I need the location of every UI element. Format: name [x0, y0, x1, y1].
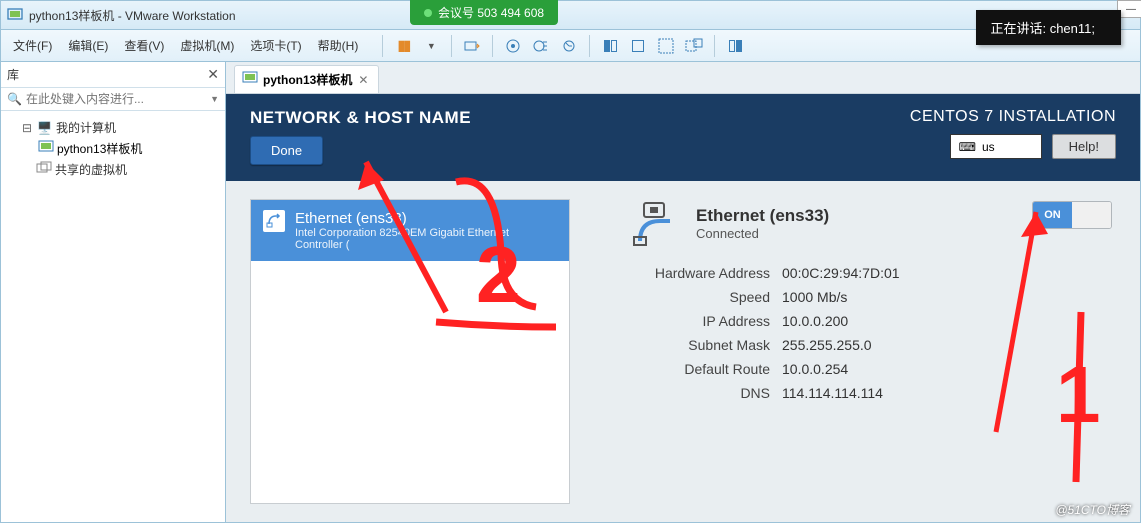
search-dropdown-icon[interactable]: ▼	[210, 94, 219, 104]
network-detail-rows: Hardware Address00:0C:29:94:7D:01 Speed1…	[630, 261, 1086, 405]
keyboard-icon: ⌨	[959, 140, 976, 154]
network-detail-panel: ON Ethernet (ens33) Connected Hardware A…	[570, 199, 1116, 504]
toolbar-separator	[382, 35, 383, 57]
shared-icon	[37, 162, 51, 177]
help-button[interactable]: Help!	[1052, 134, 1116, 159]
toggle-on-label: ON	[1033, 202, 1072, 228]
view-mode-3[interactable]	[654, 34, 678, 58]
done-button[interactable]: Done	[250, 136, 323, 165]
watermark: @51CTO博客	[1055, 501, 1130, 518]
send-keys-button[interactable]	[460, 34, 484, 58]
vm-icon	[39, 141, 53, 156]
menubar: 文件(F) 编辑(E) 查看(V) 虚拟机(M) 选项卡(T) 帮助(H) ▮▮…	[0, 30, 1141, 62]
installer-body: Ethernet (ens33) Intel Corporation 82540…	[226, 181, 1140, 522]
tree-root-mycomputer[interactable]: ⊟ 🖥️ 我的计算机	[5, 117, 221, 138]
network-interface-list: Ethernet (ens33) Intel Corporation 82540…	[250, 199, 570, 504]
menu-view[interactable]: 查看(V)	[116, 33, 172, 58]
snapshot-button[interactable]	[501, 34, 525, 58]
toolbar-separator	[451, 35, 452, 57]
row-ip: IP Address10.0.0.200	[630, 309, 1086, 333]
installer-title: CENTOS 7 INSTALLATION	[910, 108, 1116, 126]
computer-icon: 🖥️	[37, 121, 52, 135]
library-title: 库	[7, 66, 19, 83]
page-title: NETWORK & HOST NAME	[250, 108, 471, 128]
menu-file[interactable]: 文件(F)	[5, 33, 60, 58]
row-hwaddr: Hardware Address00:0C:29:94:7D:01	[630, 261, 1086, 285]
library-tree: ⊟ 🖥️ 我的计算机 python13样板机 共享的虚拟机	[1, 111, 225, 186]
ethernet-large-icon	[630, 199, 678, 247]
menu-edit[interactable]: 编辑(E)	[60, 33, 116, 58]
vmware-icon	[7, 7, 23, 23]
tree-shared-label: 共享的虚拟机	[55, 161, 127, 178]
toolbar-separator	[589, 35, 590, 57]
network-list-item[interactable]: Ethernet (ens33) Intel Corporation 82540…	[251, 200, 569, 261]
titlebar: python13样板机 - VMware Workstation —	[0, 0, 1141, 30]
snapshot-manage-button[interactable]	[529, 34, 553, 58]
ethernet-icon	[263, 210, 285, 232]
toolbar-separator	[714, 35, 715, 57]
view-mode-2[interactable]	[626, 34, 650, 58]
library-search-input[interactable]	[26, 92, 206, 106]
row-route: Default Route10.0.0.254	[630, 357, 1086, 381]
search-icon: 🔍	[7, 92, 22, 106]
network-item-subtitle: Intel Corporation 82540EM Gigabit Ethern…	[295, 227, 559, 251]
installer-header: NETWORK & HOST NAME Done CENTOS 7 INSTAL…	[226, 94, 1140, 181]
unity-button[interactable]	[723, 34, 747, 58]
keyboard-layout-label: us	[982, 140, 995, 154]
keyboard-layout-button[interactable]: ⌨ us	[950, 134, 1042, 159]
row-speed: Speed1000 Mb/s	[630, 285, 1086, 309]
row-mask: Subnet Mask255.255.255.0	[630, 333, 1086, 357]
toggle-off-side	[1072, 202, 1111, 228]
tree-vm-label: python13样板机	[57, 140, 142, 157]
network-detail-status: Connected	[696, 226, 829, 241]
network-item-title: Ethernet (ens33)	[295, 210, 559, 227]
revert-button[interactable]	[557, 34, 581, 58]
tree-shared-vms[interactable]: 共享的虚拟机	[5, 159, 221, 180]
presenter-label: 正在讲话: chen11;	[990, 21, 1095, 36]
menu-help[interactable]: 帮助(H)	[310, 33, 367, 58]
status-dot-icon	[424, 9, 432, 17]
view-mode-1[interactable]	[598, 34, 622, 58]
vm-tab-label: python13样板机	[263, 71, 352, 88]
window-title: python13样板机 - VMware Workstation	[29, 7, 236, 24]
toolbar-dropdown[interactable]: ▼	[419, 34, 443, 58]
row-dns: DNS114.114.114.114	[630, 381, 1086, 405]
library-sidebar: 库 ✕ 🔍 ▼ ⊟ 🖥️ 我的计算机 python13样板机 共享的虚拟机	[1, 62, 226, 522]
meeting-label: 会议号 503 494 608	[438, 4, 544, 21]
network-toggle[interactable]: ON	[1032, 201, 1112, 229]
pause-button[interactable]: ▮▮	[391, 34, 415, 58]
menu-tabs[interactable]: 选项卡(T)	[242, 33, 309, 58]
meeting-badge: 会议号 503 494 608	[410, 0, 558, 25]
vm-tab[interactable]: python13样板机 ✕	[234, 65, 379, 93]
presenter-badge: 正在讲话: chen11;	[976, 10, 1121, 45]
view-mode-4[interactable]	[682, 34, 706, 58]
network-detail-name: Ethernet (ens33)	[696, 206, 829, 226]
tree-vm-item[interactable]: python13样板机	[5, 138, 221, 159]
toolbar-separator	[492, 35, 493, 57]
menu-vm[interactable]: 虚拟机(M)	[172, 33, 242, 58]
vm-tab-icon	[243, 72, 257, 87]
close-sidebar-button[interactable]: ✕	[207, 66, 219, 83]
tab-close-button[interactable]: ✕	[358, 73, 368, 87]
tab-bar: python13样板机 ✕	[226, 62, 1140, 94]
tree-root-label: 我的计算机	[56, 119, 116, 136]
content-area: python13样板机 ✕ NETWORK & HOST NAME Done C…	[226, 62, 1140, 522]
